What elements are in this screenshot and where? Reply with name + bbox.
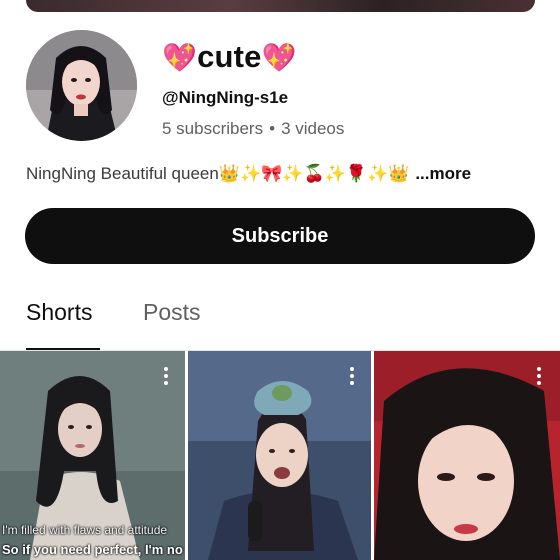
more-vert-icon[interactable] [536, 367, 542, 387]
channel-handle: @NingNing-s1e [162, 88, 289, 107]
short-card-3[interactable] [374, 351, 560, 560]
short-thumbnail-3 [374, 351, 560, 560]
short-thumbnail-2 [188, 351, 371, 560]
channel-name: 💖 cute 💖 [162, 36, 297, 78]
description-more-link[interactable]: ...more [415, 164, 471, 184]
stats-separator: • [269, 119, 276, 138]
more-vert-icon[interactable] [349, 367, 355, 387]
channel-stats: 5 subscribers • 3 videos [162, 119, 344, 139]
tab-posts[interactable]: Posts [143, 299, 201, 326]
channel-banner[interactable] [26, 0, 535, 12]
short-card-2[interactable] [188, 351, 371, 560]
short-card-1[interactable]: I'm filled with flaws and attitude So if… [0, 351, 185, 560]
shorts-grid: I'm filled with flaws and attitude So if… [0, 351, 560, 560]
short-caption-line2: So if you need perfect, I'm no [2, 542, 183, 557]
channel-description[interactable]: NingNing Beautiful queen👑✨🎀✨🍒✨🌹✨👑 ...mor… [26, 164, 546, 184]
subscriber-count: 5 subscribers [162, 119, 264, 138]
subscribe-button[interactable]: Subscribe [25, 208, 535, 264]
description-text: NingNing Beautiful queen👑✨🎀✨🍒✨🌹✨👑 [26, 164, 410, 183]
short-caption-line1: I'm filled with flaws and attitude [2, 523, 168, 537]
tab-shorts[interactable]: Shorts [26, 299, 92, 326]
more-vert-icon[interactable] [163, 367, 169, 387]
channel-avatar[interactable] [26, 30, 137, 141]
channel-tabs: Shorts Posts [0, 292, 560, 351]
channel-name-text: cute [197, 39, 262, 74]
video-count: 3 videos [281, 119, 345, 138]
heart-emoji-right: 💖 [261, 41, 297, 73]
heart-emoji-left: 💖 [162, 41, 198, 73]
